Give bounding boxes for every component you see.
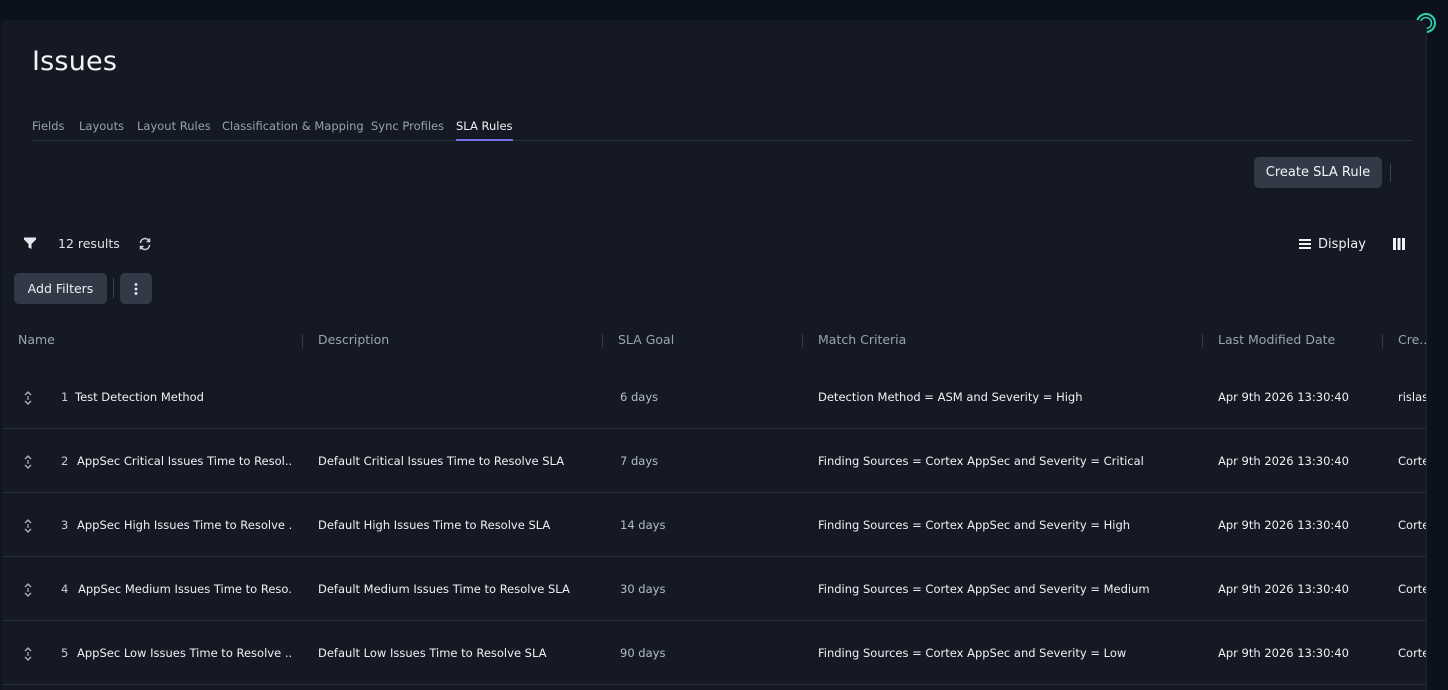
rule-description: Default Medium Issues Time to Resolve SL… — [318, 582, 570, 596]
tab-bar: Fields Layouts Layout Rules Classificati… — [32, 116, 1412, 141]
column-resizer[interactable] — [602, 334, 603, 348]
filter-icon[interactable] — [23, 236, 37, 250]
row-index: 2 — [61, 454, 69, 468]
top-bar — [0, 0, 1448, 20]
sla-goal: 30 days — [620, 582, 666, 596]
rule-name: AppSec Low Issues Time to Resolve ... — [77, 646, 292, 660]
created-by: Corte — [1398, 454, 1427, 468]
columns-icon[interactable] — [1392, 237, 1406, 251]
match-criteria: Finding Sources = Cortex AppSec and Seve… — [818, 646, 1127, 660]
last-modified-date: Apr 9th 2026 13:30:40 — [1218, 582, 1349, 596]
more-vertical-icon — [134, 282, 138, 295]
match-criteria: Finding Sources = Cortex AppSec and Seve… — [818, 582, 1150, 596]
rule-name: AppSec Medium Issues Time to Reso... — [78, 582, 292, 596]
rule-description: Default Critical Issues Time to Resolve … — [318, 454, 565, 468]
drag-handle-icon[interactable] — [23, 646, 33, 662]
row-index: 1 — [61, 390, 69, 404]
sla-goal: 6 days — [620, 390, 659, 404]
column-header-description[interactable]: Description — [318, 332, 389, 347]
column-resizer[interactable] — [1382, 334, 1383, 348]
column-header-last-modified[interactable]: Last Modified Date — [1218, 332, 1335, 347]
last-modified-date: Apr 9th 2026 13:30:40 — [1218, 454, 1349, 468]
column-header-sla-goal[interactable]: SLA Goal — [618, 332, 674, 347]
row-index: 5 — [61, 646, 69, 660]
tab-fields[interactable]: Fields — [32, 119, 65, 141]
match-criteria: Finding Sources = Cortex AppSec and Seve… — [818, 454, 1144, 468]
column-header-name[interactable]: Name — [18, 332, 55, 347]
results-count: 12 results — [58, 236, 120, 251]
more-options-button[interactable] — [120, 273, 152, 304]
created-by: Corte — [1398, 582, 1427, 596]
column-resizer[interactable] — [302, 334, 303, 348]
rule-name: AppSec Critical Issues Time to Resol... — [77, 454, 292, 468]
created-by: rislas — [1398, 390, 1427, 404]
drag-handle-icon[interactable] — [23, 454, 33, 470]
tab-layout-rules[interactable]: Layout Rules — [137, 119, 211, 141]
filter-divider — [113, 278, 114, 298]
display-button[interactable]: Display — [1298, 235, 1366, 253]
table-header: Name Description SLA Goal Match Criteria… — [2, 324, 1426, 356]
main-panel: Issues Fields Layouts Layout Rules Class… — [2, 20, 1427, 690]
tab-classification-mapping[interactable]: Classification & Mapping — [222, 119, 364, 141]
table-row[interactable]: 5 AppSec Low Issues Time to Resolve ... … — [2, 621, 1427, 685]
match-criteria: Finding Sources = Cortex AppSec and Seve… — [818, 518, 1131, 532]
column-resizer[interactable] — [802, 334, 803, 348]
table-row[interactable]: 3 AppSec High Issues Time to Resolve ...… — [2, 493, 1427, 557]
table-row[interactable]: 1 Test Detection Method 6 days Detection… — [2, 365, 1427, 429]
table-row[interactable]: 4 AppSec Medium Issues Time to Reso... D… — [2, 557, 1427, 621]
row-index: 3 — [61, 518, 69, 532]
last-modified-date: Apr 9th 2026 13:30:40 — [1218, 646, 1349, 660]
sla-goal: 90 days — [620, 646, 666, 660]
list-icon — [1299, 239, 1311, 249]
tab-layouts[interactable]: Layouts — [79, 119, 124, 141]
last-modified-date: Apr 9th 2026 13:30:40 — [1218, 390, 1349, 404]
display-label: Display — [1318, 236, 1366, 252]
rule-description: Default High Issues Time to Resolve SLA — [318, 518, 551, 532]
add-filters-button[interactable]: Add Filters — [14, 273, 107, 304]
table-row[interactable]: 2 AppSec Critical Issues Time to Resol..… — [2, 429, 1427, 493]
rule-name: AppSec High Issues Time to Resolve ... — [77, 518, 292, 532]
page-title: Issues — [32, 46, 118, 77]
created-by: Corte — [1398, 518, 1427, 532]
rule-description: Default Low Issues Time to Resolve SLA — [318, 646, 547, 660]
sla-goal: 7 days — [620, 454, 659, 468]
toolbar-divider — [1390, 164, 1391, 182]
column-header-created-by[interactable]: Cre... — [1398, 332, 1426, 347]
refresh-icon[interactable] — [138, 237, 152, 251]
create-sla-rule-button[interactable]: Create SLA Rule — [1254, 157, 1382, 188]
drag-handle-icon[interactable] — [23, 390, 33, 406]
created-by: Corte — [1398, 646, 1427, 660]
drag-handle-icon[interactable] — [23, 582, 33, 598]
sla-goal: 14 days — [620, 518, 666, 532]
last-modified-date: Apr 9th 2026 13:30:40 — [1218, 518, 1349, 532]
tab-sync-profiles[interactable]: Sync Profiles — [371, 119, 444, 141]
drag-handle-icon[interactable] — [23, 518, 33, 534]
column-header-match-criteria[interactable]: Match Criteria — [818, 332, 906, 347]
column-resizer[interactable] — [1202, 334, 1203, 348]
row-index: 4 — [61, 582, 69, 596]
match-criteria: Detection Method = ASM and Severity = Hi… — [818, 390, 1083, 404]
tab-sla-rules[interactable]: SLA Rules — [456, 119, 513, 141]
rule-name: Test Detection Method — [75, 390, 204, 404]
